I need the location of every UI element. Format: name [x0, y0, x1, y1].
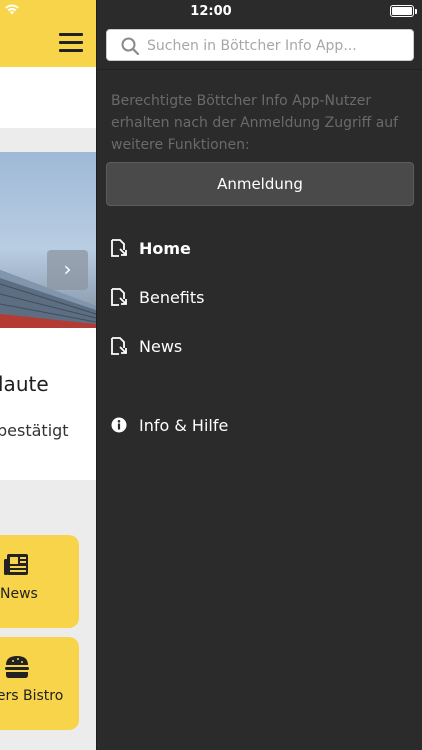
nav-item-label: News	[139, 336, 183, 356]
tile-news[interactable]: News	[0, 535, 79, 628]
page-link-icon	[111, 288, 127, 306]
page-link-icon	[111, 239, 127, 257]
drawer-search-bar	[97, 22, 422, 70]
nav-item-news[interactable]: News	[111, 331, 182, 361]
status-time: 12:00	[190, 4, 232, 19]
hamburger-menu-icon[interactable]	[59, 33, 83, 53]
hero-image: ›	[0, 152, 96, 328]
hero-title: laute	[0, 372, 49, 396]
battery-icon	[390, 5, 417, 17]
page-link-icon	[111, 337, 127, 355]
nav-item-label: Info & Hilfe	[139, 415, 229, 435]
burger-icon	[5, 656, 29, 678]
background-app: › laute bestätigt News hers Bistro	[0, 0, 96, 750]
tile-news-label: News	[0, 586, 38, 602]
newspaper-icon	[4, 554, 28, 575]
side-drawer: Berechtigte Böttcher Info App-Nutzer erh…	[96, 0, 422, 750]
login-info-text: Berechtigte Böttcher Info App-Nutzer erh…	[111, 93, 399, 153]
app-subheader	[0, 67, 96, 128]
nav-item-info-hilfe[interactable]: Info & Hilfe	[111, 410, 228, 440]
tile-bistro-label: hers Bistro	[0, 688, 64, 704]
carousel-next-button[interactable]: ›	[47, 250, 88, 290]
nav-item-benefits[interactable]: Benefits	[111, 282, 205, 312]
info-circle-icon	[111, 417, 127, 433]
tile-bistro[interactable]: hers Bistro	[0, 637, 79, 730]
search-icon	[121, 37, 139, 55]
status-bar: 12:00	[0, 0, 422, 22]
hero-subtitle: bestätigt	[0, 421, 69, 440]
search-field[interactable]	[106, 29, 414, 61]
nav-item-home[interactable]: Home	[111, 233, 191, 263]
search-input[interactable]	[147, 35, 407, 57]
nav-item-label: Benefits	[139, 287, 205, 307]
nav-item-label: Home	[139, 238, 191, 258]
login-button[interactable]: Anmeldung	[106, 162, 414, 206]
